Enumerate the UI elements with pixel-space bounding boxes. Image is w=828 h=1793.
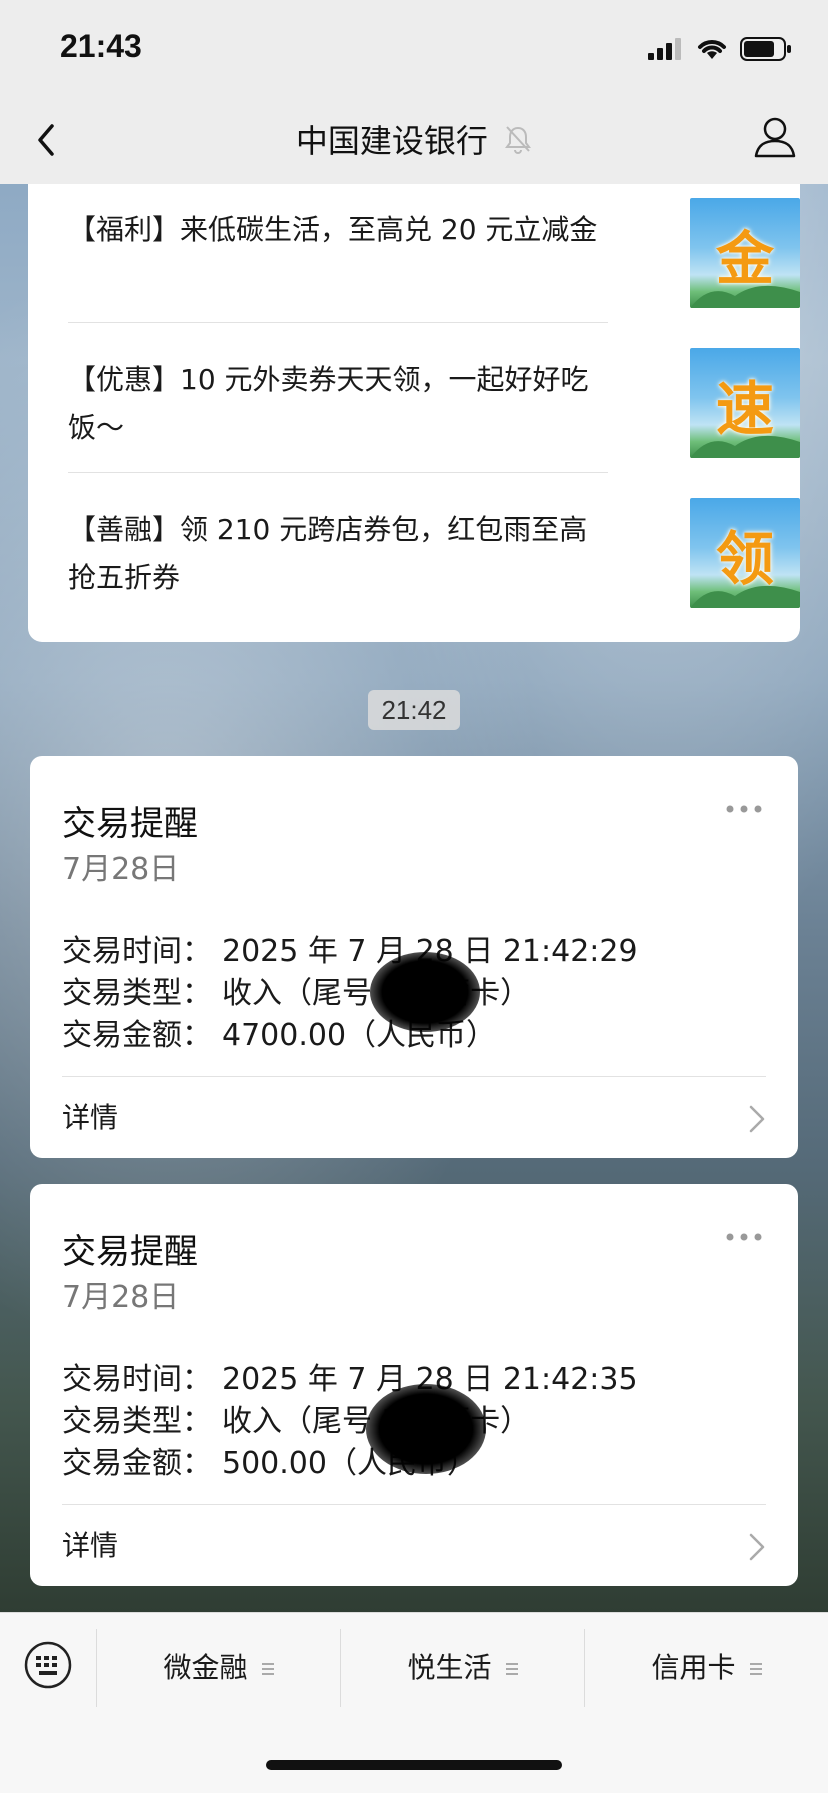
- redaction-smudge: [370, 952, 480, 1032]
- more-options-icon[interactable]: [724, 1230, 764, 1244]
- field-label: 交易金额：: [62, 1446, 212, 1481]
- article-thumbnail: 金: [690, 198, 800, 308]
- menu-label: 微金融: [163, 1651, 248, 1684]
- details-link[interactable]: 详情: [62, 1524, 118, 1568]
- field-label: 交易时间：: [62, 934, 212, 969]
- menu-item-credit-card[interactable]: 信用卡: [585, 1629, 828, 1707]
- status-icons: [648, 36, 792, 62]
- transaction-title: 交易提醒: [62, 804, 198, 844]
- transaction-date: 7月28日: [62, 852, 180, 887]
- chevron-right-icon[interactable]: [748, 1532, 766, 1562]
- profile-icon[interactable]: [752, 114, 798, 162]
- battery-icon: [740, 37, 791, 61]
- article-item[interactable]: 【善融】领 210 元跨店券包，红包雨至高抢五折券 领: [68, 498, 800, 610]
- transaction-divider: [62, 1076, 766, 1077]
- more-options-icon[interactable]: [724, 802, 764, 816]
- article-thumbnail: 速: [690, 348, 800, 458]
- nav-bar: 中国建设银行: [0, 96, 828, 184]
- article-divider: [68, 472, 608, 473]
- article-divider: [68, 322, 608, 323]
- transaction-time-row: 交易时间： 2025 年 7 月 28 日 21:42:35: [62, 1354, 638, 1398]
- details-link[interactable]: 详情: [62, 1096, 118, 1140]
- article-thumbnail: 领: [690, 498, 800, 608]
- field-label: 交易时间：: [62, 1362, 212, 1397]
- submenu-icon: [749, 1663, 762, 1675]
- cellular-signal-icon: [648, 38, 681, 60]
- transaction-title: 交易提醒: [62, 1232, 198, 1272]
- status-time: 21:43: [60, 28, 142, 64]
- article-title: 【善融】领 210 元跨店券包，红包雨至高抢五折券: [68, 513, 588, 594]
- transaction-divider: [62, 1504, 766, 1505]
- menu-item-weijinrong[interactable]: 微金融: [97, 1629, 340, 1707]
- chat-title: 中国建设银行: [295, 122, 488, 160]
- status-bar: 21:43: [0, 0, 828, 96]
- mute-bell-icon: [505, 126, 532, 154]
- transaction-card[interactable]: 交易提醒 7月28日 交易时间： 2025 年 7 月 28 日 21:42:35…: [30, 1184, 798, 1586]
- menu-item-yueshenghuo[interactable]: 悦生活: [341, 1629, 584, 1707]
- article-item[interactable]: 【福利】来低碳生活，至高兑 20 元立减金 金: [68, 198, 800, 310]
- chat-timestamp: 21:42: [368, 690, 460, 730]
- wifi-icon: [698, 40, 726, 59]
- leaf-decoration-icon: [690, 285, 800, 308]
- submenu-icon: [505, 1663, 518, 1675]
- keyboard-toggle-icon[interactable]: [24, 1641, 72, 1689]
- redaction-smudge: [366, 1384, 486, 1474]
- field-label: 交易类型：: [62, 976, 212, 1011]
- menu-label: 悦生活: [407, 1651, 492, 1684]
- transaction-time-row: 交易时间： 2025 年 7 月 28 日 21:42:29: [62, 926, 638, 970]
- article-card: 【福利】来低碳生活，至高兑 20 元立减金 金 【优惠】10 元外卖券天天领，一…: [28, 184, 800, 642]
- submenu-icon: [261, 1663, 274, 1675]
- chat-title-group: 中国建设银行: [0, 116, 828, 162]
- transaction-card[interactable]: 交易提醒 7月28日 交易时间： 2025 年 7 月 28 日 21:42:29…: [30, 756, 798, 1158]
- article-title: 【福利】来低碳生活，至高兑 20 元立减金: [68, 213, 598, 246]
- leaf-decoration-icon: [690, 585, 800, 608]
- article-title: 【优惠】10 元外卖券天天领，一起好好吃饭～: [68, 363, 589, 444]
- home-indicator: [266, 1760, 562, 1770]
- leaf-decoration-icon: [690, 435, 800, 458]
- field-label: 交易金额：: [62, 1018, 212, 1053]
- chevron-right-icon[interactable]: [748, 1104, 766, 1134]
- menu-label: 信用卡: [651, 1651, 736, 1684]
- article-item[interactable]: 【优惠】10 元外卖券天天领，一起好好吃饭～ 速: [68, 348, 800, 460]
- field-label: 交易类型：: [62, 1404, 212, 1439]
- transaction-date: 7月28日: [62, 1280, 180, 1315]
